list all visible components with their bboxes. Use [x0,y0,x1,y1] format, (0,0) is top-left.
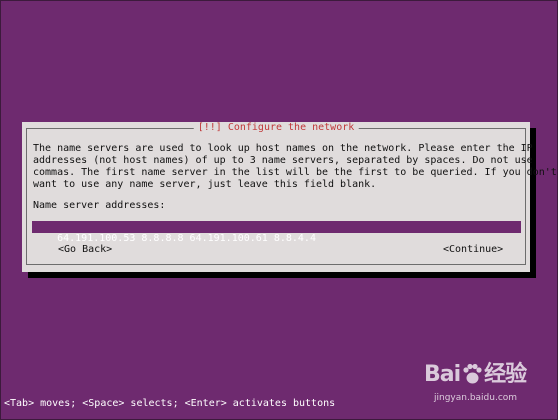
name-server-input[interactable]: 64.191.100.53 8.8.8.8 64.191.100.61 8.8.… [32,221,521,245]
watermark-logo-text-cn: 经验 [484,362,527,387]
description-line: The name servers are used to look up hos… [33,143,533,154]
description-line: addresses (not host names) of up to 3 na… [33,155,533,166]
watermark-logo-text: Bai [424,362,461,387]
description-line: commas. The first name server in the lis… [33,167,557,178]
dialog-title: [!!] Configure the network [193,122,359,134]
watermark-logo: Bai 经验 [424,362,527,388]
baidu-jingyan-watermark: Bai 经验 jingyan.baidu.com [424,362,544,410]
text-cursor [315,233,322,245]
continue-button[interactable]: <Continue> [443,244,503,256]
go-back-button[interactable]: <Go Back> [58,244,112,256]
dialog-description: The name servers are used to look up hos… [33,143,557,191]
configure-network-dialog: [!!] Configure the network The name serv… [22,122,557,272]
paw-icon [463,363,482,384]
description-line: want to use any name server, just leave … [33,179,377,190]
name-server-label: Name server addresses: [33,200,166,211]
watermark-url: jingyan.baidu.com [434,393,518,403]
